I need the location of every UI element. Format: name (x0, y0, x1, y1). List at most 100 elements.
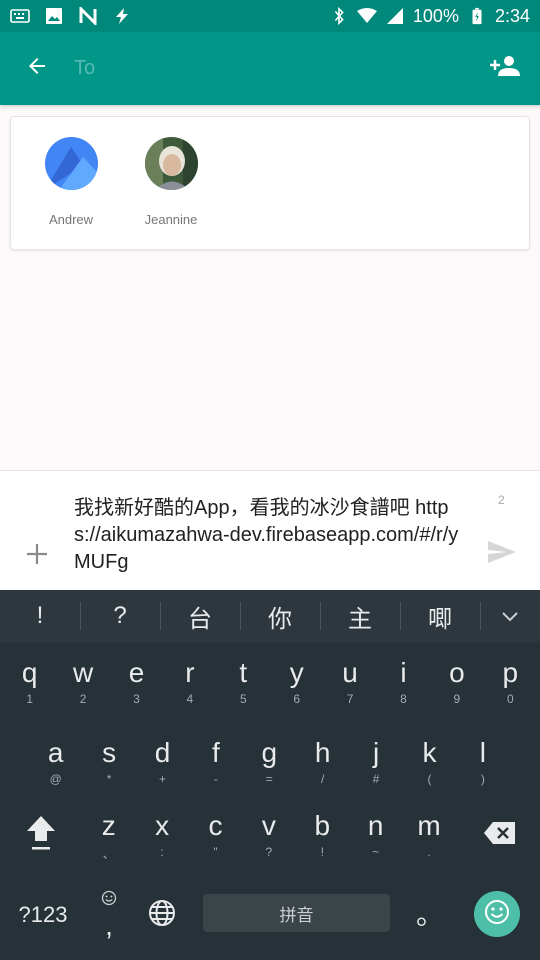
key-label: w (72, 657, 94, 688)
contact-jeannine[interactable]: Jeannine (131, 137, 211, 227)
battery-icon (467, 7, 487, 25)
key-a[interactable]: a @ (29, 722, 82, 802)
key-label: u (342, 657, 358, 688)
recent-contacts-card: Andrew Jeannine (10, 116, 530, 250)
image-icon (44, 7, 64, 25)
key-hint: 、 (102, 847, 115, 861)
key-label: v (261, 810, 276, 841)
key-hint: # (372, 772, 380, 786)
key-n[interactable]: n ~ (349, 795, 402, 875)
key-z[interactable]: z、 (82, 795, 135, 875)
send-button[interactable] (484, 539, 520, 569)
key-label: y (289, 657, 304, 688)
key-hint: . (427, 845, 431, 859)
key-p[interactable]: p0 (484, 642, 537, 722)
suggestion-3[interactable]: 台 (160, 590, 240, 642)
to-input[interactable] (74, 48, 470, 89)
key-b[interactable]: b! (296, 795, 349, 875)
key-i[interactable]: i8 (377, 642, 430, 722)
key-label: e (128, 657, 145, 688)
key-label: s (102, 737, 117, 768)
key-label: h (314, 737, 331, 768)
key-u[interactable]: u7 (323, 642, 376, 722)
attach-button[interactable] (22, 541, 52, 571)
emoji-comma-key[interactable]: , (84, 875, 134, 955)
key-label: f (211, 737, 220, 768)
key-c[interactable]: c " (189, 795, 242, 875)
shift-key[interactable] (8, 795, 74, 875)
key-label: n (367, 810, 384, 841)
arrow-back-icon (25, 54, 49, 83)
suggestion-2[interactable]: ? (80, 590, 160, 642)
signal-icon (385, 7, 405, 25)
suggestion-1[interactable]: ! (0, 590, 80, 642)
key-hint: * (106, 772, 112, 786)
language-key[interactable] (136, 875, 188, 955)
key-label: i (400, 657, 407, 688)
contact-andrew[interactable]: Andrew (31, 137, 111, 227)
globe-icon (148, 899, 176, 932)
key-g[interactable]: g = (243, 722, 296, 802)
suggestion-4[interactable]: 你 (240, 590, 320, 642)
key-r[interactable]: r4 (163, 642, 216, 722)
key-label: o (449, 657, 465, 688)
key-s[interactable]: s * (82, 722, 135, 802)
key-hint: / (321, 772, 325, 786)
key-hint: 3 (133, 692, 140, 706)
key-hint: ( (427, 772, 432, 786)
key-hint: 4 (186, 692, 194, 706)
key-hint: 1 (26, 692, 34, 706)
expand-suggestions-button[interactable] (480, 590, 540, 642)
period-key[interactable]: 。 (405, 875, 455, 955)
key-h[interactable]: h / (296, 722, 349, 802)
key-w[interactable]: w2 (56, 642, 109, 722)
key-label: k (422, 737, 437, 768)
key-hint: " (213, 845, 218, 859)
key-e[interactable]: e3 (110, 642, 163, 722)
message-input[interactable]: 我找新好酷的App，看我的冰沙食譜吧 https://aikumazahwa-d… (74, 495, 474, 576)
key-label: x (155, 810, 170, 841)
suggestion-6[interactable]: 唧 (400, 590, 480, 642)
emoji-button[interactable] (474, 891, 520, 937)
key-hint: 7 (346, 692, 354, 706)
key-j[interactable]: j # (349, 722, 402, 802)
key-d[interactable]: d + (136, 722, 189, 802)
key-label: l (479, 737, 486, 768)
key-k[interactable]: k( (403, 722, 456, 802)
key-row-2: a @ s * d + f - g = h / j # k(l) (0, 722, 540, 802)
key-label: j (372, 737, 380, 768)
back-button[interactable] (0, 32, 74, 105)
contact-name: Andrew (48, 212, 94, 227)
key-hint: ? (265, 845, 273, 859)
emoji-small-icon (101, 890, 117, 911)
soft-keyboard: ! ? 台 你 主 唧 q1w2e3r4t5y6u7i8o9p0 a @ s * d + f… (0, 590, 540, 960)
key-l[interactable]: l) (456, 722, 509, 802)
avatar (44, 137, 98, 190)
add-contact-button[interactable] (470, 32, 540, 105)
key-x[interactable]: x: (135, 795, 188, 875)
key-hint: : (160, 845, 164, 859)
key-label: p (502, 657, 519, 688)
key-label: t (239, 657, 248, 688)
n-icon (78, 7, 98, 25)
char-count: 2 (498, 493, 505, 507)
key-label: a (47, 737, 64, 768)
clock: 2:34 (494, 5, 530, 26)
key-y[interactable]: y6 (270, 642, 323, 722)
key-label: d (154, 737, 171, 768)
key-o[interactable]: o9 (430, 642, 483, 722)
key-v[interactable]: v? (242, 795, 295, 875)
key-m[interactable]: m. (402, 795, 455, 875)
key-hint: 8 (400, 692, 407, 706)
battery-percent: 100% (412, 5, 459, 26)
suggestion-5[interactable]: 主 (320, 590, 400, 642)
backspace-key[interactable] (470, 795, 530, 875)
key-f[interactable]: f- (189, 722, 242, 802)
key-hint: - (213, 772, 218, 786)
key-hint: 5 (239, 692, 247, 706)
key-q[interactable]: q1 (3, 642, 56, 722)
space-key[interactable]: 拼音 (203, 894, 390, 932)
symbols-key[interactable]: ?123 (8, 875, 78, 955)
plus-icon (26, 543, 48, 570)
key-t[interactable]: t5 (217, 642, 270, 722)
